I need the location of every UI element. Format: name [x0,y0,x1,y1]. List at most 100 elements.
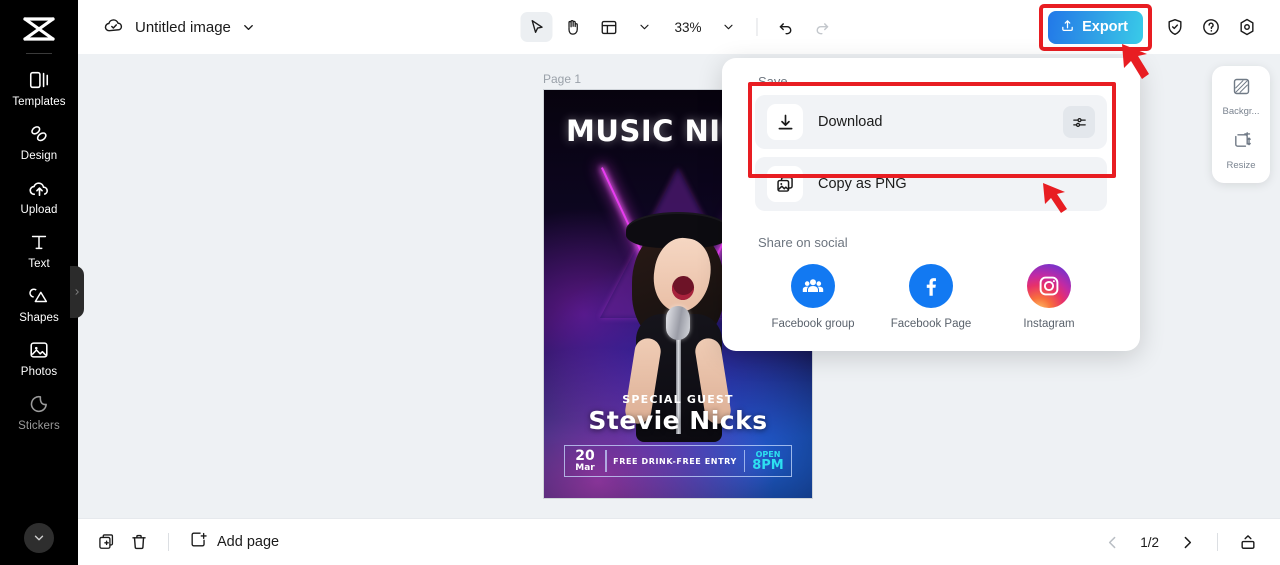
sidebar-item-label: Photos [20,366,58,378]
sidebar-item-text[interactable]: Text [0,222,78,276]
sidebar-item-label: Text [28,258,50,270]
share-on-social-title: Share on social [758,235,848,250]
poster-artist-name: Stevie Nicks [588,406,768,435]
bottom-divider [168,533,169,551]
add-page-icon [189,530,208,554]
stickers-icon [28,392,50,416]
export-button-label: Export [1082,19,1128,35]
undo-button[interactable] [770,12,802,42]
export-button-wrapper: Export [1037,2,1154,53]
poster-promo-text: FREE DRINK-FREE ENTRY [613,456,737,466]
delete-page-button[interactable] [124,527,154,557]
sidebar-item-shapes[interactable]: Shapes [0,276,78,330]
next-page-button[interactable] [1173,528,1201,556]
poster-open-hour: 8PM [752,458,784,473]
page-label: Page 1 [543,72,582,86]
export-button[interactable]: Export [1048,10,1143,44]
canvas-tools-group: 33% [520,12,837,42]
copy-image-icon [767,166,803,202]
toolbar-divider [756,18,758,36]
sidebar-item-label: Upload [20,204,58,216]
poster-open-time: OPEN 8PM [745,446,791,476]
capcut-editor-window: Templates Design Upload Text Shapes Phot… [0,0,1280,565]
facebook-group-icon [791,264,835,308]
sidebar-collapse-handle[interactable] [70,266,84,318]
add-page-label: Add page [217,534,280,550]
right-panel-label: Resize [1226,160,1256,171]
facebook-page-icon [909,264,953,308]
export-dropdown-menu: Save Download Copy as PNG Share on socia… [722,58,1140,351]
bottom-toolbar: Add page 1/2 [78,518,1280,565]
sidebar-item-label: Shapes [19,312,59,324]
zoom-dropdown-caret[interactable] [713,12,745,42]
copy-as-png-label: Copy as PNG [818,176,907,192]
upload-box-icon [1060,18,1075,37]
bottom-divider [1217,533,1218,551]
document-title[interactable]: Untitled image [135,19,231,36]
download-menu-item[interactable]: Download [755,95,1107,149]
social-label: Instagram [1023,318,1075,330]
sidebar-item-stickers[interactable]: Stickers [0,384,78,438]
social-share-row: Facebook group Facebook Page Instagram [722,264,1140,331]
resize-icon [1231,130,1252,156]
right-panel-label: Backgr... [1222,106,1260,117]
sidebar-item-photos[interactable]: Photos [0,330,78,384]
page-actions-group: Add page [78,526,285,558]
microphone-head [666,306,690,340]
background-tool-button[interactable]: Backgr... [1213,76,1269,117]
share-facebook-page-button[interactable]: Facebook Page [872,264,990,331]
capcut-logo-icon[interactable] [19,14,59,44]
social-label: Facebook group [771,318,855,330]
chevron-down-icon[interactable] [241,20,256,35]
show-pages-button[interactable] [1234,528,1262,556]
copy-as-png-menu-item[interactable]: Copy as PNG [755,157,1107,211]
pagination-group: 1/2 [1098,528,1280,556]
upload-cloud-icon [28,176,51,200]
shield-check-icon[interactable] [1160,12,1190,42]
sidebar-item-label: Design [20,150,58,162]
duplicate-page-button[interactable] [92,527,122,557]
save-section-title: Save [758,74,788,89]
hand-tool-button[interactable] [556,12,588,42]
document-title-group: Untitled image [78,14,256,41]
cloud-saved-icon [103,14,125,41]
poster-date-day: 20 [575,447,595,464]
sidebar-item-upload[interactable]: Upload [0,168,78,222]
templates-icon [28,68,50,92]
help-circle-icon[interactable] [1196,12,1226,42]
poster-date-month: Mar [575,462,595,473]
sidebar-item-label: Stickers [18,420,60,432]
photos-icon [28,338,50,362]
share-facebook-group-button[interactable]: Facebook group [754,264,872,331]
prev-page-button[interactable] [1098,528,1126,556]
poster-info-strip: 20 Mar FREE DRINK-FREE ENTRY OPEN 8PM [564,445,792,477]
share-instagram-button[interactable]: Instagram [990,264,1108,331]
select-tool-button[interactable] [520,12,553,42]
layout-tool-button[interactable] [592,12,624,42]
poster-date: 20 Mar [565,446,605,476]
add-page-button[interactable]: Add page [183,526,285,558]
top-toolbar: Untitled image 33% Export [78,0,1280,54]
left-sidebar: Templates Design Upload Text Shapes Phot… [0,0,78,565]
social-label: Facebook Page [890,318,972,330]
download-settings-button[interactable] [1063,106,1095,138]
topbar-right-group: Export [1037,2,1262,53]
shapes-icon [28,284,50,308]
sidebar-item-templates[interactable]: Templates [0,60,78,114]
text-icon [28,230,50,254]
sidebar-divider [26,53,52,54]
sidebar-item-design[interactable]: Design [0,114,78,168]
redo-button[interactable] [806,12,838,42]
resize-tool-button[interactable]: Resize [1213,130,1269,171]
background-icon [1231,76,1252,102]
layout-dropdown-caret[interactable] [628,12,660,42]
poster-guest-label: SPECIAL GUEST [622,393,734,406]
sidebar-item-label: Templates [12,96,66,108]
sidebar-more-button[interactable] [24,523,54,553]
instagram-icon [1027,264,1071,308]
download-label: Download [818,114,883,130]
page-count-label: 1/2 [1140,534,1159,550]
design-icon [28,122,50,146]
settings-hex-icon[interactable] [1232,12,1262,42]
zoom-level-value[interactable]: 33% [664,20,708,35]
